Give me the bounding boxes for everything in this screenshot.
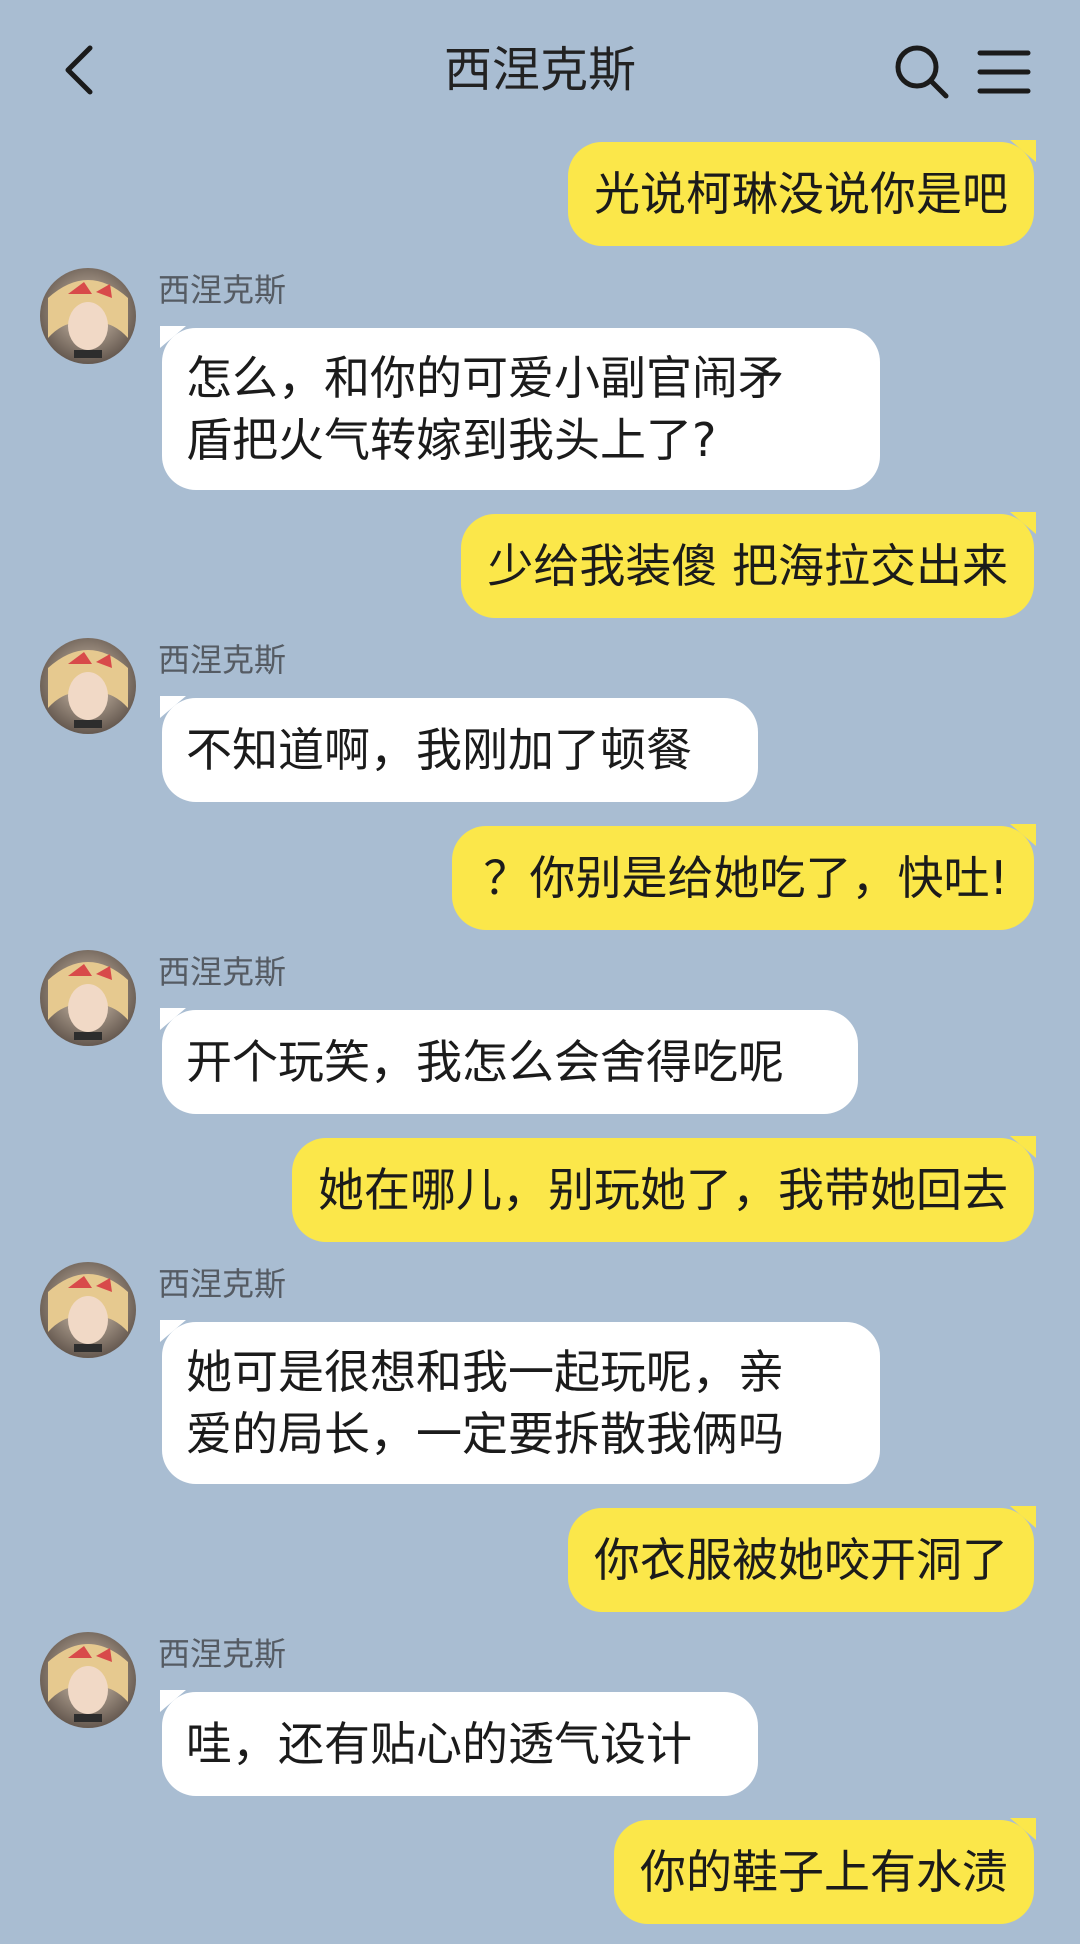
their-message-bubble[interactable]: 怎么，和你的可爱小副官闹矛 盾把火气转嫁到我头上了? xyxy=(160,326,880,490)
message-text: 你衣服被她咬开洞了 xyxy=(594,1533,1008,1587)
my-message-bubble[interactable]: 你衣服被她咬开洞了 xyxy=(568,1506,1036,1612)
sender-name: 西涅克斯 xyxy=(158,953,287,991)
avatar[interactable] xyxy=(40,1632,136,1728)
message-line: 盾把火气转嫁到我头上了? xyxy=(186,413,717,467)
avatar[interactable] xyxy=(40,950,136,1046)
message-text: 光说柯琳没说你是吧 xyxy=(594,167,1008,221)
my-message-bubble[interactable]: 少给我装傻 把海拉交出来 xyxy=(461,512,1036,618)
my-message-bubble[interactable]: 她在哪儿，别玩她了，我带她回去 xyxy=(292,1136,1036,1242)
their-message-bubble[interactable]: 不知道啊，我刚加了顿餐 xyxy=(160,696,758,802)
their-message-bubble[interactable]: 她可是很想和我一起玩呢，亲 爱的局长，一定要拆散我俩吗 xyxy=(160,1320,880,1484)
sender-name: 西涅克斯 xyxy=(158,271,287,309)
their-message-bubble[interactable]: 开个玩笑，我怎么会舍得吃呢 xyxy=(160,1008,858,1114)
message-text: ？你别是给她吃了，快吐! xyxy=(483,851,1008,905)
menu-button[interactable] xyxy=(972,40,1036,104)
their-message-bubble[interactable]: 哇，还有贴心的透气设计 xyxy=(160,1690,758,1796)
my-message-bubble[interactable]: 光说柯琳没说你是吧 xyxy=(568,140,1036,246)
message-line: 爱的局长，一定要拆散我俩吗 xyxy=(186,1407,784,1461)
message-text: 哇，还有贴心的透气设计 xyxy=(186,1717,692,1771)
message-line: 她可是很想和我一起玩呢，亲 xyxy=(186,1345,784,1399)
message-text: 少给我装傻 把海拉交出来 xyxy=(487,539,1008,593)
sender-name: 西涅克斯 xyxy=(158,641,287,679)
search-icon xyxy=(895,45,949,99)
my-message-bubble[interactable]: ？你别是给她吃了，快吐! xyxy=(451,824,1037,930)
chat-header: 西涅克斯 xyxy=(0,0,1080,140)
message-text: 不知道啊，我刚加了顿餐 xyxy=(186,723,692,777)
avatar[interactable] xyxy=(40,638,136,734)
message-text: 她在哪儿，别玩她了，我带她回去 xyxy=(318,1163,1008,1217)
message-text: 你的鞋子上有水渍 xyxy=(640,1845,1008,1899)
avatar[interactable] xyxy=(40,1262,136,1358)
search-button[interactable] xyxy=(890,40,954,104)
sender-name: 西涅克斯 xyxy=(158,1265,287,1303)
avatar[interactable] xyxy=(40,268,136,364)
message-line: 怎么，和你的可爱小副官闹矛 xyxy=(186,351,784,405)
message-text: 开个玩笑，我怎么会舍得吃呢 xyxy=(186,1035,784,1089)
menu-icon xyxy=(977,50,1031,94)
sender-name: 西涅克斯 xyxy=(158,1635,287,1673)
my-message-bubble[interactable]: 你的鞋子上有水渍 xyxy=(614,1818,1036,1924)
